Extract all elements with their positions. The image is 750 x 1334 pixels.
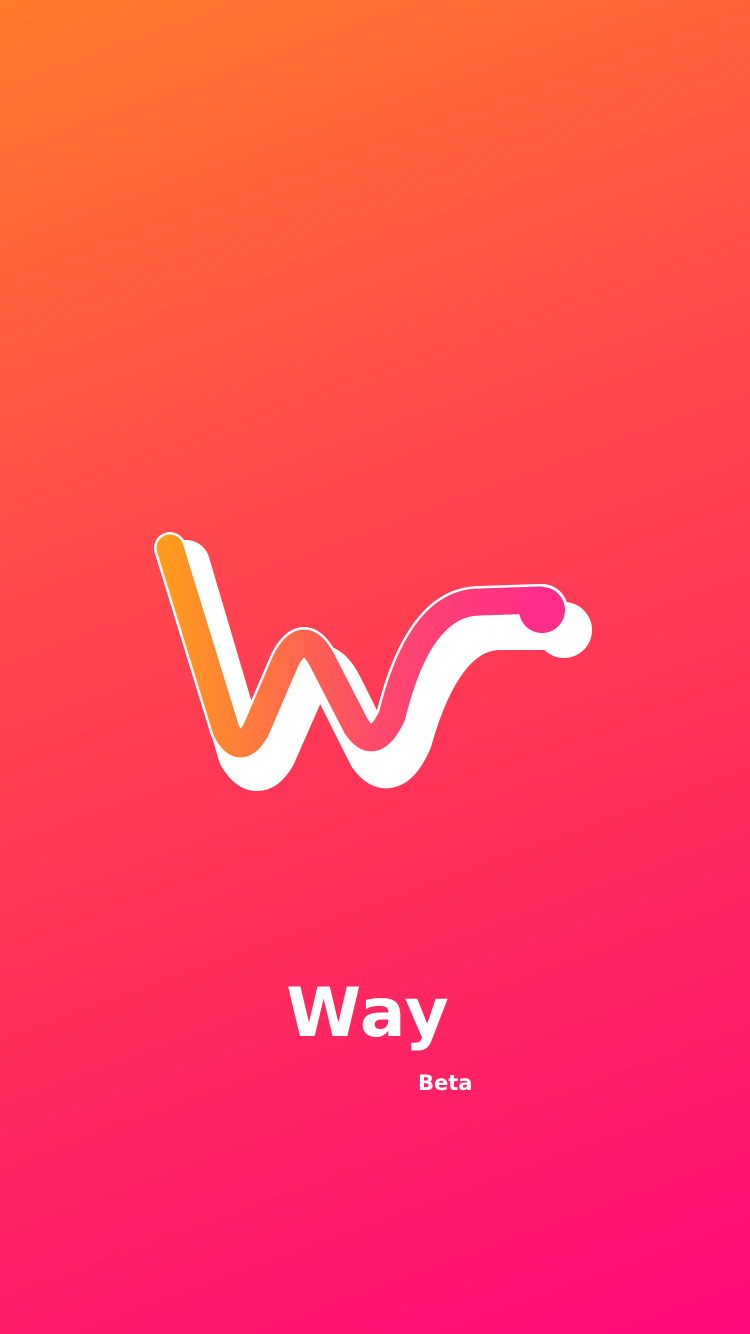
way-w-logo-icon [154,532,592,791]
beta-badge: Beta [418,1071,473,1095]
splash-screen: Way Beta [0,0,750,1334]
app-name: Way [286,974,450,1053]
